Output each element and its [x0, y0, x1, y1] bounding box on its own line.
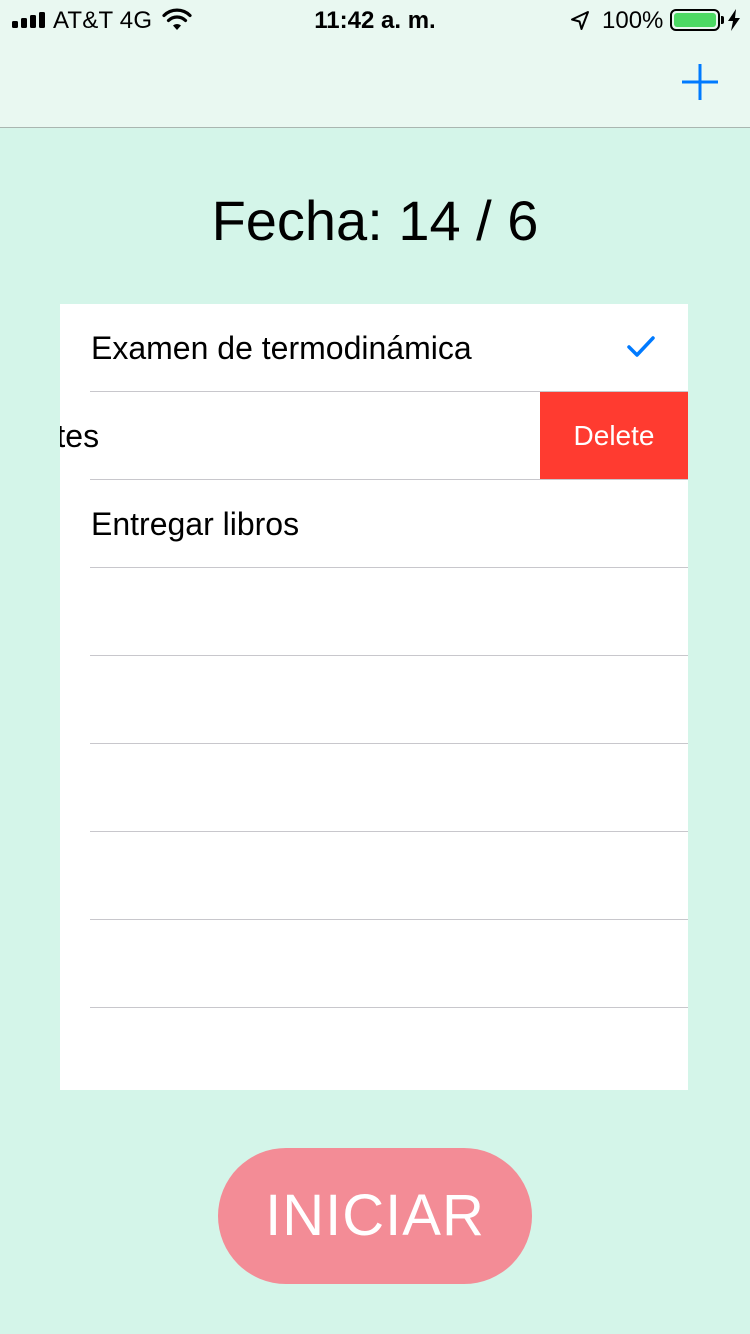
- battery-icon: [670, 9, 724, 31]
- task-row[interactable]: Examen de termodinámica: [60, 304, 688, 392]
- task-table[interactable]: Examen de termodinámica puntes Delete En…: [60, 304, 688, 1090]
- empty-row: [60, 744, 688, 832]
- empty-row: [60, 568, 688, 656]
- checkmark-icon: [627, 336, 655, 357]
- location-arrow-icon: [571, 11, 589, 30]
- empty-row: [60, 832, 688, 920]
- add-task-button[interactable]: [678, 60, 722, 104]
- task-row-swiped[interactable]: puntes Delete: [60, 392, 688, 480]
- date-title: Fecha: 14 / 6: [211, 189, 539, 252]
- empty-row: [60, 656, 688, 744]
- top-bar: AT&T 4G 11:42 a. m. 100%: [0, 0, 750, 128]
- row-separator: [90, 1007, 688, 1008]
- task-label: Entregar libros: [91, 506, 300, 542]
- task-label: puntes: [60, 418, 100, 454]
- task-row[interactable]: Entregar libros: [60, 480, 688, 568]
- task-label: Examen de termodinámica: [91, 330, 472, 366]
- status-bar: AT&T 4G 11:42 a. m. 100%: [0, 0, 750, 40]
- empty-row: [60, 920, 688, 1008]
- battery-percent: 100%: [602, 7, 664, 34]
- delete-button[interactable]: Delete: [540, 392, 688, 479]
- plus-icon: [682, 64, 718, 100]
- start-button[interactable]: INICIAR: [218, 1148, 532, 1284]
- charging-bolt-icon: [728, 9, 740, 31]
